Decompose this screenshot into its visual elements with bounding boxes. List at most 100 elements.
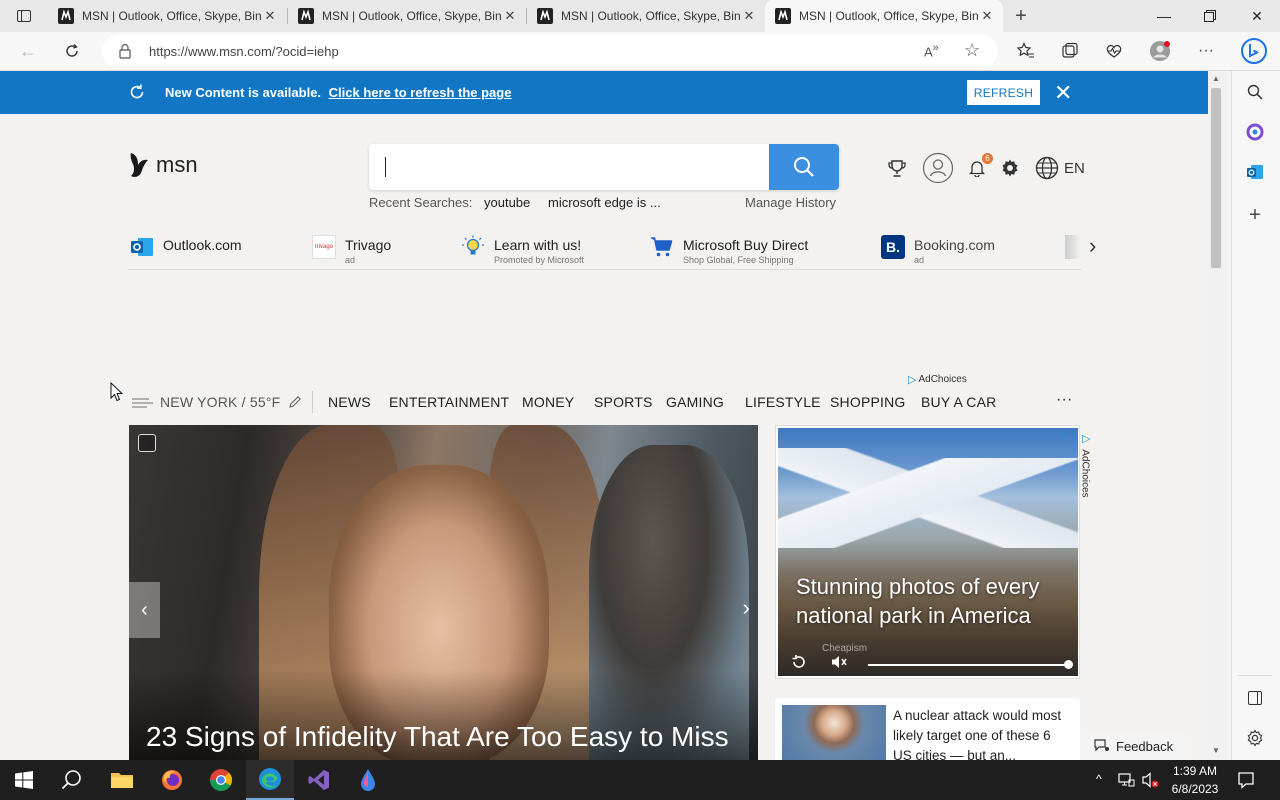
tab-title: MSN | Outlook, Office, Skype, Bin [799,9,979,23]
add-sidebar-app-icon[interactable]: + [1239,199,1271,231]
more-categories-icon[interactable]: ··· [1056,391,1073,409]
taskbar-search-icon[interactable] [48,760,96,800]
back-icon[interactable]: ← [12,35,44,67]
hero-headline[interactable]: 23 Signs of Infidelity That Are Too Easy… [146,721,729,753]
nav-shopping[interactable]: SHOPPING [830,394,906,410]
browser-tab[interactable]: MSN | Outlook, Office, Skype, Bin ✕ [288,0,526,32]
more-menu-icon[interactable]: ··· [1190,35,1222,67]
restore-icon[interactable] [1187,0,1233,32]
settings-gear-icon[interactable] [1000,158,1020,178]
hero-story-card[interactable]: ‹ › 23 Signs of Infidelity That Are Too … [129,425,758,760]
quick-link-microsoft-buy-direct[interactable]: Microsoft Buy Direct Shop Global, Free Sh… [650,235,808,269]
nav-money[interactable]: MONEY [522,394,574,410]
previous-slide-button[interactable]: ‹ [129,582,160,638]
news-card[interactable]: A nuclear attack would most likely targe… [775,698,1080,760]
search-box[interactable] [369,144,839,190]
nav-sports[interactable]: SPORTS [594,394,653,410]
lock-icon[interactable] [118,43,132,62]
weather-location[interactable]: NEW YORK / 55°F [160,394,280,410]
outlook-icon [130,235,154,259]
browser-tab[interactable]: MSN | Outlook, Office, Skype, Bin ✕ [48,0,286,32]
outlook-icon[interactable] [1239,156,1271,188]
sidebar-settings-icon[interactable] [1239,722,1271,754]
page-scrollbar[interactable]: ▲ ▼ [1208,71,1225,760]
adchoices-link[interactable]: ▷ AdChoices [908,373,967,386]
refresh-button[interactable]: REFRESH [967,80,1040,105]
scroll-thumb[interactable] [1211,88,1221,268]
edge-taskbar-icon[interactable] [246,760,294,800]
bing-chat-icon[interactable] [1237,34,1271,68]
language-selector[interactable]: EN [1035,156,1085,180]
quick-link-booking[interactable]: B. Booking.com ad [881,235,995,269]
close-window-icon[interactable]: ✕ [1234,0,1280,32]
nav-buy-a-car[interactable]: BUY A CAR [921,394,996,410]
close-tab-icon[interactable]: ✕ [979,8,995,24]
close-tab-icon[interactable]: ✕ [741,8,757,24]
search-icon[interactable] [1239,76,1271,108]
quick-link-outlook[interactable]: Outlook.com [130,235,242,269]
chevron-right-icon[interactable]: › [1089,233,1096,259]
feedback-button[interactable]: Feedback [1082,732,1186,760]
manage-history-link[interactable]: Manage History [745,195,836,210]
close-tab-icon[interactable]: ✕ [262,8,278,24]
recent-label: Recent Searches: [369,195,473,210]
refresh-link[interactable]: Click here to refresh the page [329,85,512,100]
nav-news[interactable]: NEWS [328,394,371,410]
office-icon[interactable] [1239,116,1271,148]
favorites-icon[interactable] [1010,35,1042,67]
url-field[interactable]: https://www.msn.com/?ocid=iehp A» ☆ [102,35,998,67]
video-progress-bar[interactable] [868,664,1070,666]
network-icon[interactable] [1117,771,1135,792]
ad-info-icon[interactable]: ▷ [1061,428,1069,439]
close-banner-icon[interactable]: ✕ [1054,80,1072,106]
scroll-up-icon[interactable]: ▲ [1212,74,1220,83]
recent-search-item[interactable]: youtube [484,195,530,210]
visual-studio-icon[interactable] [295,760,343,800]
msn-logo[interactable]: msn [128,151,198,179]
notification-center-icon[interactable] [1237,771,1255,792]
tab-actions-icon[interactable] [8,0,40,32]
replay-icon[interactable] [791,654,807,673]
profile-avatar[interactable] [1144,35,1176,67]
browser-essentials-icon[interactable] [1098,35,1130,67]
adchoices-vertical[interactable]: ▷ AdChoices [1080,432,1093,502]
edit-pencil-icon[interactable] [288,395,302,412]
recent-search-item[interactable]: microsoft edge is ... [548,195,661,210]
browser-tab-active[interactable]: MSN | Outlook, Office, Skype, Bin ✕ [765,0,1003,32]
collections-icon[interactable] [1054,35,1086,67]
chrome-icon[interactable] [197,760,245,800]
new-tab-icon[interactable]: + [1005,0,1037,32]
gallery-icon [138,434,156,452]
system-clock[interactable]: 1:39 AM 6/8/2023 [1160,762,1230,798]
quick-link-trivago[interactable]: trivago Trivago ad [312,235,391,269]
favorite-star-icon[interactable]: ☆ [964,40,980,61]
read-aloud-icon[interactable]: A» [924,42,939,59]
close-tab-icon[interactable]: ✕ [502,8,518,24]
file-explorer-icon[interactable] [98,760,146,800]
paint-drop-icon[interactable] [344,760,392,800]
start-windows-icon[interactable] [0,760,48,800]
nav-gaming[interactable]: GAMING [666,394,724,410]
shopping-cart-icon [650,235,674,259]
video-progress-knob[interactable] [1064,660,1073,669]
nav-lifestyle[interactable]: LIFESTYLE [745,394,821,410]
show-hidden-icons-icon[interactable]: ^ [1096,772,1102,786]
mute-icon[interactable] [830,654,848,673]
rewards-trophy-icon[interactable] [887,158,907,178]
volume-muted-icon[interactable] [1141,771,1159,792]
nav-entertainment[interactable]: ENTERTAINMENT [389,394,509,410]
sign-in-avatar-icon[interactable] [922,152,954,184]
reload-icon[interactable] [56,35,88,67]
minimize-icon[interactable]: — [1141,0,1187,32]
quick-link-label: Booking.com [914,237,995,253]
video-ad[interactable]: Stunning photos of every national park i… [775,425,1080,679]
browser-tab[interactable]: MSN | Outlook, Office, Skype, Bin ✕ [527,0,765,32]
search-button[interactable] [769,144,839,190]
search-input[interactable] [369,144,769,190]
quick-link-sublabel: ad [914,255,925,265]
hide-sidebar-icon[interactable] [1239,682,1271,714]
quick-link-learn[interactable]: Learn with us! Promoted by Microsoft [461,235,584,269]
firefox-icon[interactable] [148,760,196,800]
scroll-down-icon[interactable]: ▼ [1212,746,1220,755]
next-slide-button[interactable]: › [743,595,750,621]
